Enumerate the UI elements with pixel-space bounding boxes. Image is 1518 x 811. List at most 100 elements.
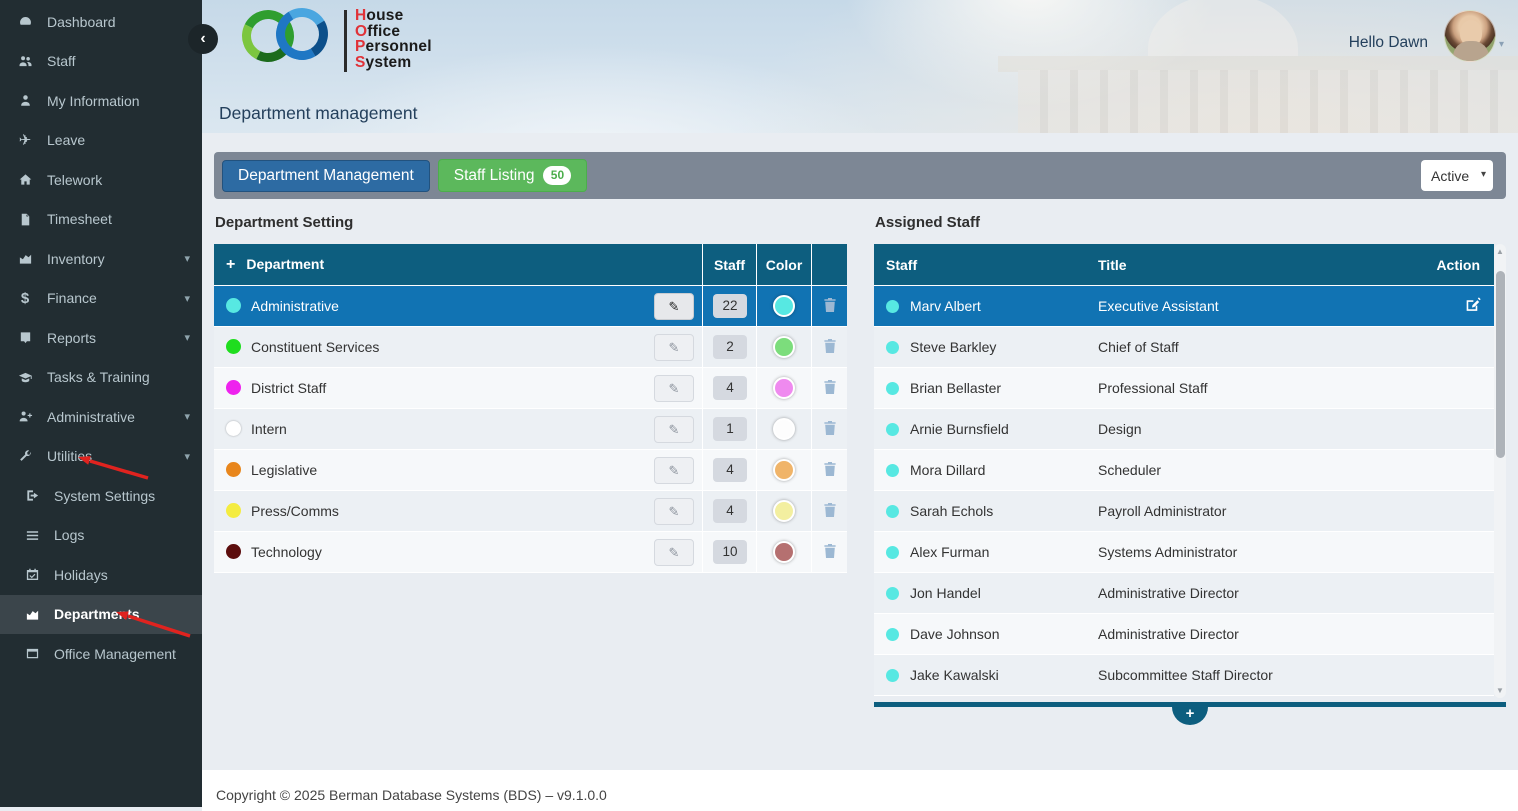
delete-department-icon[interactable] xyxy=(823,297,837,313)
department-staff-count: 4 xyxy=(713,376,747,400)
staff-row[interactable]: Sarah Echols Payroll Administrator xyxy=(874,491,1494,532)
staff-row[interactable]: Steve Barkley Chief of Staff xyxy=(874,327,1494,368)
edit-department-button[interactable]: ✎ xyxy=(654,416,694,443)
user-menu-caret-icon[interactable]: ▾ xyxy=(1499,39,1504,50)
delete-department-icon[interactable] xyxy=(823,338,837,354)
column-header: Color xyxy=(757,244,812,286)
department-color-swatch[interactable] xyxy=(773,459,795,481)
status-filter-value: Active xyxy=(1431,167,1470,184)
scroll-down-icon[interactable]: ▼ xyxy=(1494,686,1506,695)
edit-department-button[interactable]: ✎ xyxy=(654,457,694,484)
scrollbar-thumb[interactable] xyxy=(1495,271,1505,458)
sidebar-item-finance[interactable]: $ Finance ▾ xyxy=(0,279,202,319)
staff-dot xyxy=(886,669,899,682)
sidebar-item-label: Logs xyxy=(54,527,85,544)
panel-heading: Department Setting xyxy=(215,214,354,231)
staff-row[interactable]: Jake Kawalski Subcommittee Staff Directo… xyxy=(874,655,1494,696)
department-row[interactable]: District Staff ✎ 4 xyxy=(214,368,847,409)
add-staff-button[interactable]: + xyxy=(1172,706,1208,725)
tab-bar: Department Management Staff Listing 50 A… xyxy=(214,152,1506,199)
assigned-staff-table: Staff Title Action Marv Albert Executive… xyxy=(874,244,1494,696)
staff-name: Alex Furman xyxy=(910,544,990,560)
staff-row[interactable]: Arnie Burnsfield Design xyxy=(874,409,1494,450)
edit-staff-icon[interactable] xyxy=(1463,296,1481,314)
staff-row[interactable]: Alex Furman Systems Administrator xyxy=(874,532,1494,573)
department-row[interactable]: Technology ✎ 10 xyxy=(214,532,847,573)
edit-department-button[interactable]: ✎ xyxy=(654,539,694,566)
staff-row[interactable]: Brian Bellaster Professional Staff xyxy=(874,368,1494,409)
sidebar-item-system-settings[interactable]: System Settings xyxy=(0,476,202,516)
department-color-swatch[interactable] xyxy=(773,541,795,563)
delete-department-icon[interactable] xyxy=(823,379,837,395)
delete-department-icon[interactable] xyxy=(823,502,837,518)
edit-department-button[interactable]: ✎ xyxy=(654,293,694,320)
staff-title: Administrative Director xyxy=(1086,573,1416,614)
department-staff-count: 22 xyxy=(713,294,747,318)
sidebar-collapse-button[interactable]: ‹ xyxy=(188,24,218,54)
sidebar-item-administrative[interactable]: Administrative ▾ xyxy=(0,397,202,437)
department-row[interactable]: Legislative ✎ 4 xyxy=(214,450,847,491)
sidebar-item-staff[interactable]: Staff xyxy=(0,42,202,82)
edit-department-button[interactable]: ✎ xyxy=(654,334,694,361)
department-color-swatch[interactable] xyxy=(773,295,795,317)
sidebar-item-label: Telework xyxy=(47,171,103,188)
department-staff-count: 4 xyxy=(713,499,747,523)
sidebar-item-departments[interactable]: Departments xyxy=(0,594,202,634)
staff-list-scrollbar[interactable]: ▲ ▼ xyxy=(1494,244,1506,698)
staff-dot xyxy=(886,300,899,313)
chevron-down-icon: ▾ xyxy=(184,411,190,424)
delete-department-icon[interactable] xyxy=(823,543,837,559)
department-color-swatch[interactable] xyxy=(773,336,795,358)
sidebar-item-my-information[interactable]: My Information xyxy=(0,81,202,121)
department-color-dot xyxy=(226,544,241,559)
sidebar-item-reports[interactable]: Reports ▾ xyxy=(0,318,202,358)
staff-row[interactable]: Jon Handel Administrative Director xyxy=(874,573,1494,614)
department-name: Administrative xyxy=(251,298,339,314)
status-filter-select[interactable]: Active ▾ xyxy=(1421,160,1493,191)
scroll-up-icon[interactable]: ▲ xyxy=(1494,247,1506,256)
edit-department-button[interactable]: ✎ xyxy=(654,498,694,525)
sidebar-item-label: Timesheet xyxy=(47,211,112,228)
staff-title: Professional Staff xyxy=(1086,368,1416,409)
staff-title: Executive Assistant xyxy=(1086,286,1416,327)
department-row[interactable]: Press/Comms ✎ 4 xyxy=(214,491,847,532)
department-row[interactable]: Constituent Services ✎ 2 xyxy=(214,327,847,368)
sidebar: Dashboard Staff My Information ✈ Leave T… xyxy=(0,0,202,807)
department-color-swatch[interactable] xyxy=(773,500,795,522)
department-row[interactable]: Administrative ✎ 22 xyxy=(214,286,847,327)
sidebar-item-office-management[interactable]: Office Management xyxy=(0,634,202,674)
sidebar-item-logs[interactable]: Logs xyxy=(0,516,202,556)
sidebar-item-leave[interactable]: ✈ Leave xyxy=(0,121,202,161)
sidebar-item-dashboard[interactable]: Dashboard xyxy=(0,2,202,42)
department-color-swatch[interactable] xyxy=(773,418,795,440)
delete-department-icon[interactable] xyxy=(823,461,837,477)
add-department-button[interactable]: + xyxy=(226,256,235,273)
edit-department-button[interactable]: ✎ xyxy=(654,375,694,402)
staff-row[interactable]: Marv Albert Executive Assistant xyxy=(874,286,1494,327)
department-color-swatch[interactable] xyxy=(773,377,795,399)
tab-department-management[interactable]: Department Management xyxy=(222,159,430,192)
staff-row[interactable]: Dave Johnson Administrative Director xyxy=(874,614,1494,655)
staff-row[interactable]: Mora Dillard Scheduler xyxy=(874,450,1494,491)
department-row[interactable]: Intern ✎ 1 xyxy=(214,409,847,450)
delete-department-icon[interactable] xyxy=(823,420,837,436)
staff-name: Jake Kawalski xyxy=(910,667,999,683)
sidebar-item-inventory[interactable]: Inventory ▾ xyxy=(0,239,202,279)
staff-name: Steve Barkley xyxy=(910,339,997,355)
sidebar-item-tasks-training[interactable]: Tasks & Training xyxy=(0,358,202,398)
department-color-dot xyxy=(226,503,241,518)
footer: Copyright © 2025 Berman Database Systems… xyxy=(202,770,1518,811)
sidebar-item-label: Leave xyxy=(47,132,86,149)
sidebar-item-holidays[interactable]: Holidays xyxy=(0,555,202,595)
chevron-down-icon: ▾ xyxy=(184,292,190,305)
sidebar-item-utilities[interactable]: Utilities ▾ xyxy=(0,437,202,477)
sidebar-item-timesheet[interactable]: Timesheet xyxy=(0,200,202,240)
user-greeting: Hello Dawn xyxy=(1348,34,1428,51)
wrench-icon xyxy=(15,447,35,465)
avatar[interactable] xyxy=(1443,10,1496,62)
sidebar-item-telework[interactable]: Telework xyxy=(0,160,202,200)
staff-dot xyxy=(886,505,899,518)
tab-staff-listing[interactable]: Staff Listing 50 xyxy=(437,159,588,192)
department-color-dot xyxy=(226,339,241,354)
report-icon xyxy=(15,329,35,347)
